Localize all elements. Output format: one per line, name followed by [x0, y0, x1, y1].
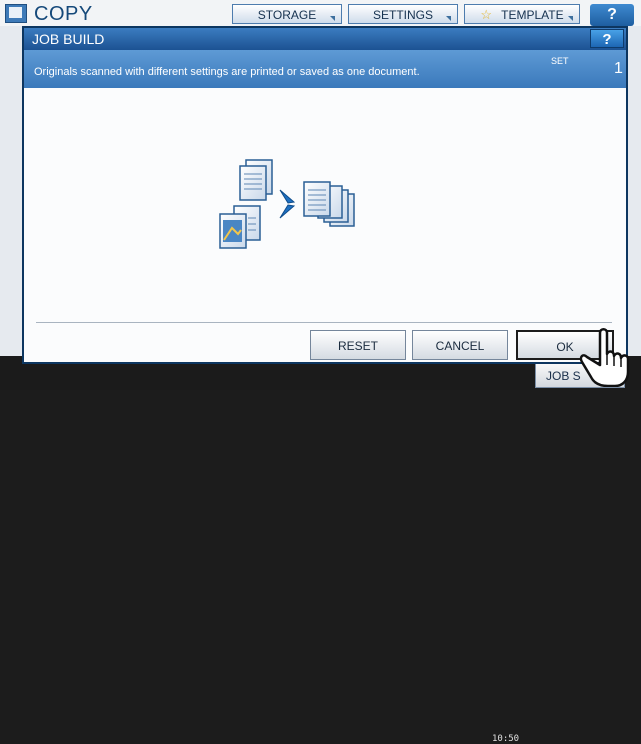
dialog-title-bar: JOB BUILD [24, 28, 626, 50]
document-stack-icon [239, 159, 273, 201]
dialog-title: JOB BUILD [32, 31, 105, 47]
background-left-panel [0, 26, 24, 356]
divider [36, 322, 612, 323]
dialog-message-bar: Originals scanned with different setting… [24, 50, 626, 88]
set-count: 1 [614, 60, 623, 77]
settings-button[interactable]: SETTINGS [348, 4, 458, 24]
star-icon: ☆ [480, 7, 493, 22]
corner-arrow-icon [568, 16, 573, 21]
set-label: SET [551, 56, 569, 66]
background-header: COPY STORAGE SETTINGS ☆ TEMPLATE ? [0, 0, 641, 26]
reset-button[interactable]: RESET [310, 330, 406, 360]
pointer-hand-icon [579, 328, 630, 387]
template-button[interactable]: ☆ TEMPLATE [464, 4, 580, 24]
clock-time: 10:50 [492, 734, 520, 744]
dialog-message: Originals scanned with different setting… [34, 66, 420, 78]
corner-arrow-icon [446, 16, 451, 21]
cancel-button[interactable]: CANCEL [412, 330, 508, 360]
image-document-stack-icon [219, 205, 261, 249]
corner-arrow-icon [330, 16, 335, 21]
help-button[interactable]: ? [590, 4, 634, 26]
copy-title: COPY [34, 3, 93, 25]
storage-button-label: STORAGE [257, 8, 317, 22]
storage-button[interactable]: STORAGE [232, 4, 342, 24]
combined-document-stack-icon [303, 181, 355, 227]
template-button-label: TEMPLATE [501, 8, 564, 22]
job-build-dialog: JOB BUILD ? Originals scanned with diffe… [22, 26, 628, 364]
copy-icon [5, 4, 27, 23]
settings-button-label: SETTINGS [372, 8, 433, 22]
background-right-panel [628, 26, 641, 356]
dialog-help-button[interactable]: ? [590, 29, 624, 48]
job-build-illustration-icon [219, 159, 355, 249]
